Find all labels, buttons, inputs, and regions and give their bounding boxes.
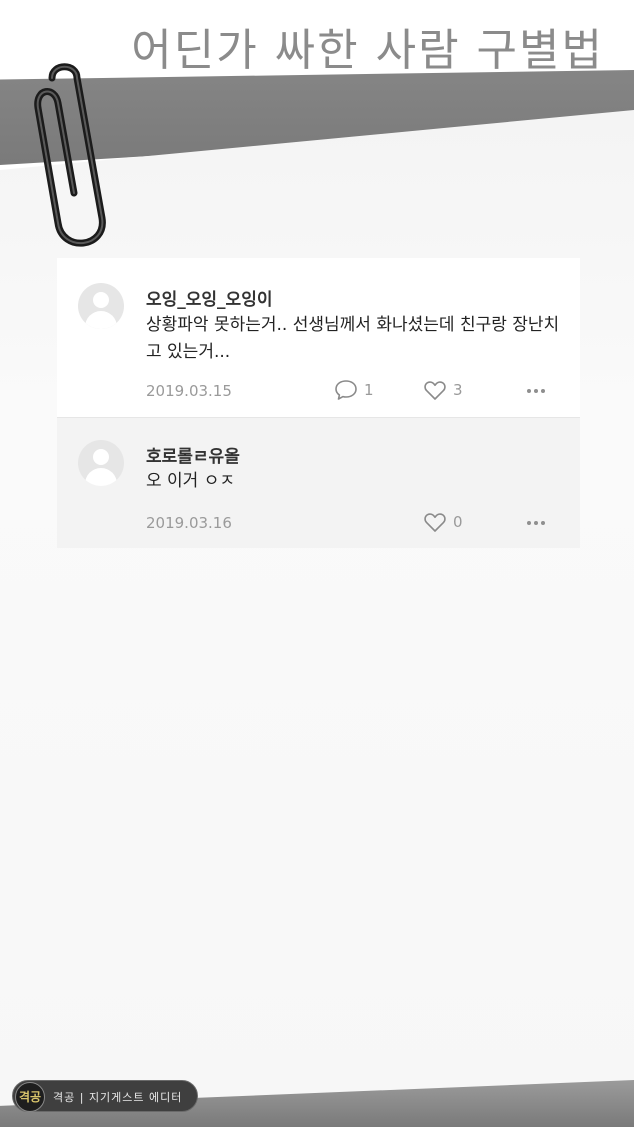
comment-list: 오잉_오잉_오잉이 상황파악 못하는거.. 선생님께서 화나셨는데 친구랑 장난…: [57, 258, 580, 548]
like-button[interactable]: 3: [423, 379, 463, 401]
comment-date: 2019.03.16: [146, 514, 232, 532]
like-count: 3: [453, 381, 463, 399]
heart-icon: [424, 513, 446, 532]
like-button[interactable]: 0: [423, 511, 463, 533]
comment-text: 상황파악 못하는거.. 선생님께서 화나셨는데 친구랑 장난치고 있는거...: [146, 315, 560, 362]
comment-author[interactable]: 호로롤ㄹ유올: [146, 442, 240, 467]
comment-date: 2019.03.15: [146, 382, 232, 400]
ellipsis-icon[interactable]: [527, 520, 547, 526]
watermark-badge: 격공 격공 | 지기게스트 에디터: [12, 1080, 198, 1112]
speech-bubble-icon: [335, 380, 357, 400]
default-avatar-icon[interactable]: [78, 283, 124, 329]
like-count: 0: [453, 513, 463, 531]
comment-author[interactable]: 오잉_오잉_오잉이: [146, 285, 272, 310]
watermark-text: 격공 | 지기게스트 에디터: [53, 1091, 183, 1104]
heart-icon: [424, 381, 446, 400]
default-avatar-icon[interactable]: [78, 440, 124, 486]
page-title: 어딘가 싸한 사람 구별법: [131, 25, 604, 76]
ellipsis-icon[interactable]: [527, 388, 547, 394]
paperclip-icon: [34, 63, 106, 247]
comment-item: 오잉_오잉_오잉이 상황파악 못하는거.. 선생님께서 화나셨는데 친구랑 장난…: [57, 258, 580, 418]
comment-text: 오 이거 ㅇㅈ: [146, 471, 236, 491]
reply-count: 1: [364, 381, 374, 399]
reply-button[interactable]: 1: [334, 379, 374, 401]
comment-item: 호로롤ㄹ유올 오 이거 ㅇㅈ 2019.03.16 0: [57, 418, 580, 548]
watermark-logo: 격공: [15, 1082, 45, 1112]
